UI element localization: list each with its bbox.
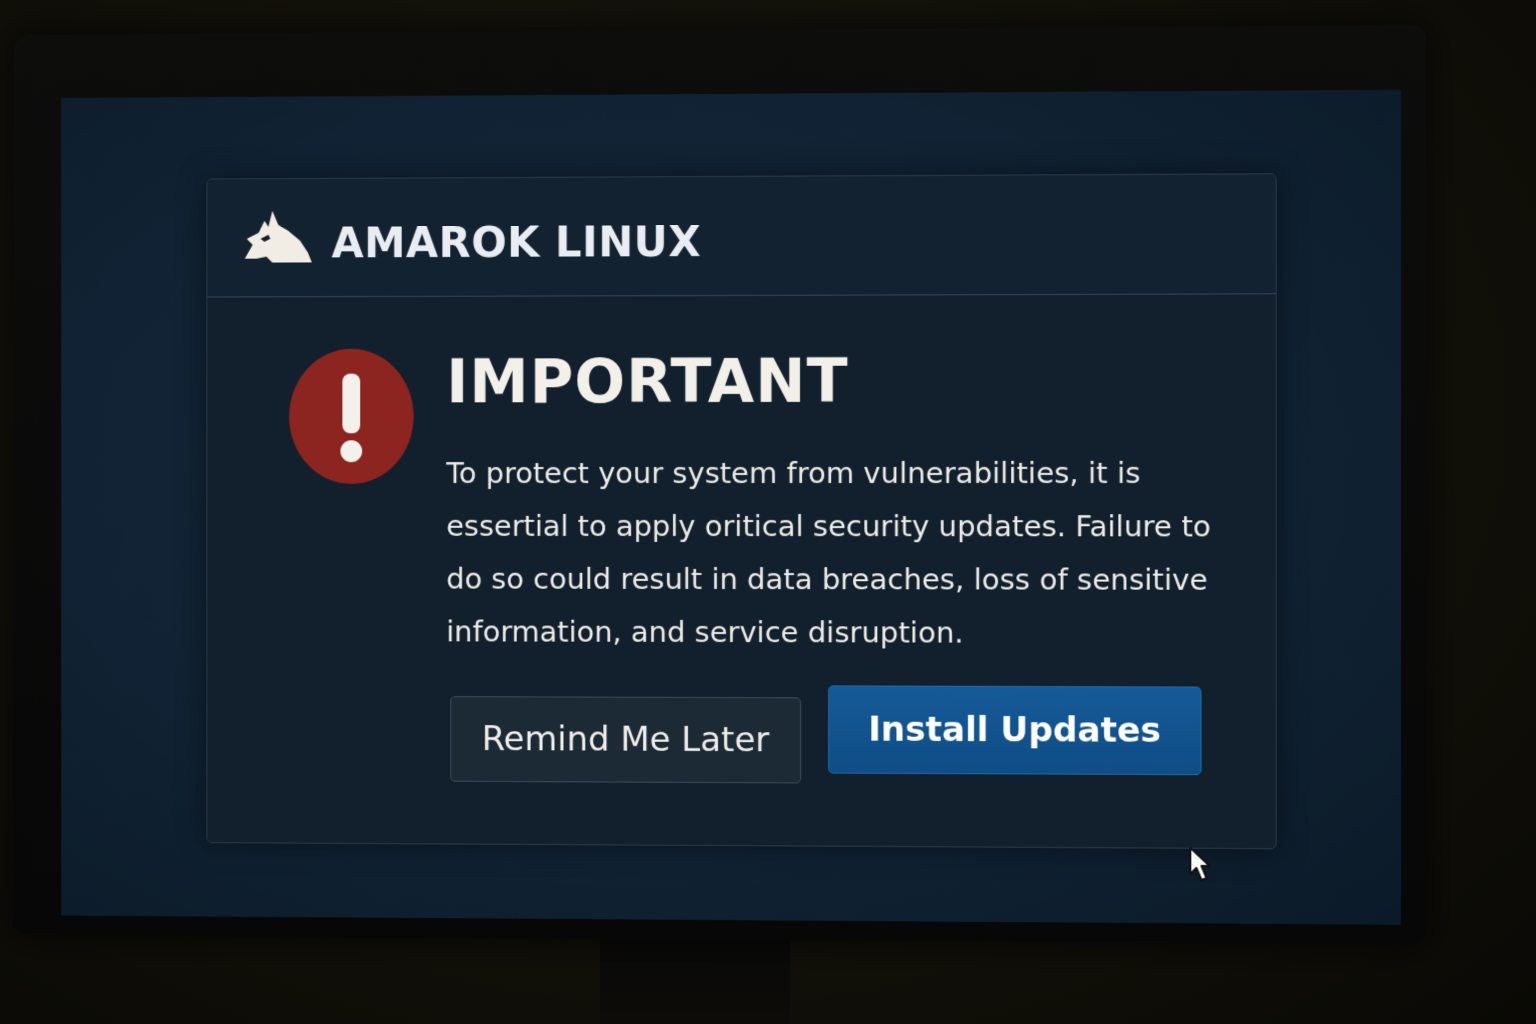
mouse-pointer-icon [1188, 846, 1212, 884]
remind-me-later-button[interactable]: Remind Me Later [450, 696, 802, 784]
wolf-logo-icon [244, 210, 312, 263]
dialog-header: AMAROK LINUX [207, 174, 1276, 298]
install-updates-button[interactable]: Install Updates [828, 685, 1202, 776]
monitor-bezel: AMAROK LINUX IMPORTANT To protect your s… [14, 24, 1426, 946]
update-dialog: AMAROK LINUX IMPORTANT To protect your s… [206, 173, 1277, 849]
dialog-title: IMPORTANT [446, 346, 849, 418]
screen: AMAROK LINUX IMPORTANT To protect your s… [61, 89, 1402, 925]
exclamation-circle-icon [289, 348, 414, 485]
room-background: AMAROK LINUX IMPORTANT To protect your s… [0, 0, 1536, 1024]
dialog-message: To protect your system from vulnerabilit… [446, 455, 1211, 650]
brand-name: AMAROK LINUX [331, 217, 702, 268]
